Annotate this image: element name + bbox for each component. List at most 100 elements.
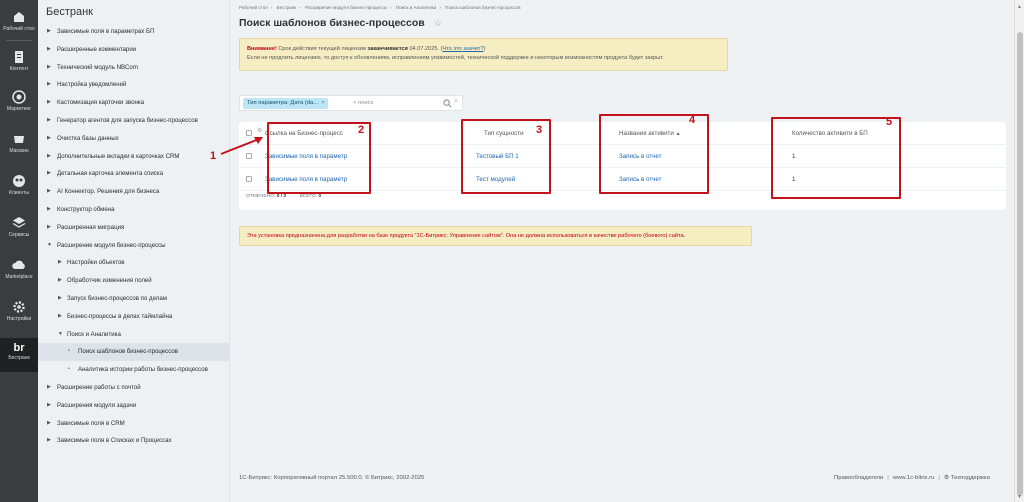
- annotation-number: 3: [536, 124, 543, 136]
- chevron-right-icon: ▶: [47, 223, 51, 230]
- chevron-right-icon: ▶: [47, 134, 51, 141]
- rail-label: Сервисы: [8, 232, 30, 238]
- alert-line2: Если не продлить лицензию, то доступ к о…: [247, 55, 664, 61]
- sidebar-item-label: Обработчик изменения полей: [67, 277, 152, 285]
- rail-item-desktop[interactable]: Рабочий стол: [0, 10, 38, 32]
- sidebar-item[interactable]: ▶ Кастомизация карточки звонка: [38, 94, 230, 112]
- sidebar-item[interactable]: • Аналитика истории работы бизнес-процесс…: [38, 361, 230, 379]
- chevron-right-icon: ▶: [58, 259, 62, 266]
- rail-item-bestrank[interactable]: br Бестранк: [0, 338, 38, 372]
- selected-label: ОТМЕЧЕНО:: [246, 194, 276, 199]
- rail-item-services[interactable]: Сервисы: [0, 216, 38, 238]
- sidebar-item[interactable]: ▶ Зависимые поля в параметрах БП: [38, 23, 230, 41]
- chevron-right-icon: ▶: [47, 205, 51, 212]
- search-icon[interactable]: [443, 99, 452, 108]
- row-checkbox[interactable]: [246, 176, 252, 182]
- cart-icon: [14, 136, 24, 143]
- rail-divider: [6, 40, 32, 41]
- dev-install-notice: Эта установка предназначена для разработ…: [239, 226, 752, 246]
- sidebar-item[interactable]: ▼ Расширение модуля бизнес-процессы: [38, 237, 230, 255]
- footer-support-link[interactable]: Техподдержка: [951, 475, 990, 481]
- sidebar-item[interactable]: ▶ Дополнительные вкладки в карточках CRM: [38, 148, 230, 166]
- scroll-down-icon[interactable]: ▼: [1017, 494, 1022, 500]
- sidebar-item[interactable]: ▶ AI Коннектор. Решения для бизнеса: [38, 183, 230, 201]
- sidebar-item-label: Расширение работы с почтой: [57, 383, 141, 391]
- page-scrollbar[interactable]: ▲ ▼: [1014, 0, 1024, 502]
- chip-close-icon[interactable]: ×: [321, 100, 324, 106]
- scrollbar-thumb[interactable]: [1017, 32, 1023, 496]
- rail-item-marketing[interactable]: Маркетинг: [0, 90, 38, 112]
- chevron-right-icon: ▶: [47, 188, 51, 195]
- filter-chip[interactable]: Тип параметра: Дата (da... ×: [243, 98, 329, 109]
- breadcrumb-item[interactable]: Рабочий стол: [239, 5, 268, 10]
- sidebar-item[interactable]: ▶ Детальная карточка элемента списка: [38, 165, 230, 183]
- alert-warning: Внимание!: [247, 46, 277, 52]
- rail-item-shop[interactable]: Магазин: [0, 132, 38, 154]
- page-title: Поиск шаблонов бизнес-процессов: [239, 17, 425, 29]
- annotation-number: 1: [210, 150, 217, 162]
- sidebar-item[interactable]: ▶ Расширенные комментарии: [38, 41, 230, 59]
- sidebar-item-label: Зависимые поля в CRM: [57, 419, 125, 427]
- rail-label: Рабочий стол: [3, 26, 35, 32]
- footer-rights-link[interactable]: Правообладатели: [834, 475, 883, 481]
- annotation-number: 5: [886, 116, 893, 128]
- annotation-number: 2: [358, 124, 365, 136]
- sidebar-item[interactable]: ▶ Обработчик изменения полей: [38, 272, 230, 290]
- rail-label: Marketplace: [5, 274, 33, 280]
- grid-settings-gear-icon[interactable]: ⚙: [257, 127, 262, 134]
- sidebar-item[interactable]: ▶ Расширения модуля задачи: [38, 397, 230, 415]
- sidebar-item[interactable]: ▶ Настройки объектов: [38, 254, 230, 272]
- content-icon: [15, 51, 23, 63]
- chevron-down-icon: ▼: [47, 241, 52, 248]
- sidebar-item[interactable]: ▶ Расширенная миграция: [38, 219, 230, 237]
- rail-label: Контент: [9, 66, 29, 72]
- sidebar-item[interactable]: ▶ Очистка базы данных: [38, 130, 230, 148]
- footer-copyright: 1С-Битрикс: Корпоративный портал 25.500.…: [239, 475, 425, 481]
- clients-icon: [13, 175, 25, 187]
- annotation-box-4: [599, 114, 709, 194]
- search-input[interactable]: + поиск: [353, 100, 373, 106]
- breadcrumb-item[interactable]: Поиск и Аналитика: [396, 5, 437, 10]
- rail-item-content[interactable]: Контент: [0, 50, 38, 72]
- sidebar-item-label: Настройка уведомлений: [57, 81, 127, 89]
- scroll-up-icon[interactable]: ▲: [1017, 4, 1022, 10]
- alert-help-link[interactable]: Что это значит?: [442, 46, 483, 52]
- sidebar-item[interactable]: ▶ Бизнес-процессы в делах таймлайна: [38, 308, 230, 326]
- sidebar-item[interactable]: ▶ Настройка уведомлений: [38, 76, 230, 94]
- sidebar-item-label: Запуск бизнес-процессов по делам: [67, 294, 167, 302]
- filter-search-bar[interactable]: Тип параметра: Дата (da... × + поиск ×: [239, 95, 463, 111]
- layers-icon: [12, 217, 26, 228]
- alert-text: ): [483, 46, 486, 52]
- footer-site-link[interactable]: www.1c-bitrix.ru: [893, 475, 935, 481]
- rail-item-clients[interactable]: Клиенты: [0, 174, 38, 196]
- alert-text: 04.07.2025. (: [407, 46, 443, 52]
- sidebar-item[interactable]: ▶ Технический модуль NBCom: [38, 59, 230, 77]
- rail-item-marketplace[interactable]: Marketplace: [0, 258, 38, 280]
- left-icon-rail: Рабочий стол Контент Маркетинг Магазин К…: [0, 0, 38, 502]
- breadcrumb-item[interactable]: Расширение модуля бизнес-процессы: [305, 5, 387, 10]
- sidebar-item[interactable]: ▶ Расширение работы с почтой: [38, 379, 230, 397]
- sidebar-item[interactable]: ▶ Зависимые поля в CRM: [38, 415, 230, 433]
- sidebar-item[interactable]: • Поиск шаблонов бизнес-процессов: [38, 343, 230, 362]
- sidebar-item[interactable]: ▶ Генератор агентов для запуска бизнес-пр…: [38, 112, 230, 130]
- rail-label: Маркетинг: [6, 106, 32, 112]
- target-icon: [12, 90, 26, 104]
- breadcrumb-item[interactable]: Бестранк: [277, 5, 297, 10]
- sidebar-item-label: Технический модуль NBCom: [57, 63, 138, 71]
- alert-text: Срок действия текущей лицензии: [276, 46, 368, 52]
- rail-label: Магазин: [9, 148, 29, 154]
- sidebar-item-label: Расширенные комментарии: [57, 45, 137, 53]
- sidebar-item[interactable]: ▼ Поиск и Аналитика: [38, 326, 230, 344]
- rail-item-settings[interactable]: Настройки: [0, 300, 38, 322]
- favorite-star-icon[interactable]: ☆: [434, 18, 442, 29]
- sidebar-item[interactable]: ▶ Зависимые поля в Списках и Процессах: [38, 432, 230, 450]
- sidebar-item-label: Кастомизация карточки звонка: [57, 99, 145, 107]
- chevron-right-icon: ▶: [47, 437, 51, 444]
- clear-search-icon[interactable]: ×: [454, 98, 458, 105]
- sidebar-item-label: Детальная карточка элемента списка: [57, 170, 164, 178]
- sidebar-item[interactable]: ▶ Запуск бизнес-процессов по делам: [38, 290, 230, 308]
- sidebar-menu: ▶ Зависимые поля в параметрах БП ▶ Расширен…: [38, 23, 230, 450]
- bullet-icon: •: [68, 348, 70, 355]
- chevron-right-icon: ▶: [47, 99, 51, 106]
- sidebar-item[interactable]: ▶ Конструктор обмена: [38, 201, 230, 219]
